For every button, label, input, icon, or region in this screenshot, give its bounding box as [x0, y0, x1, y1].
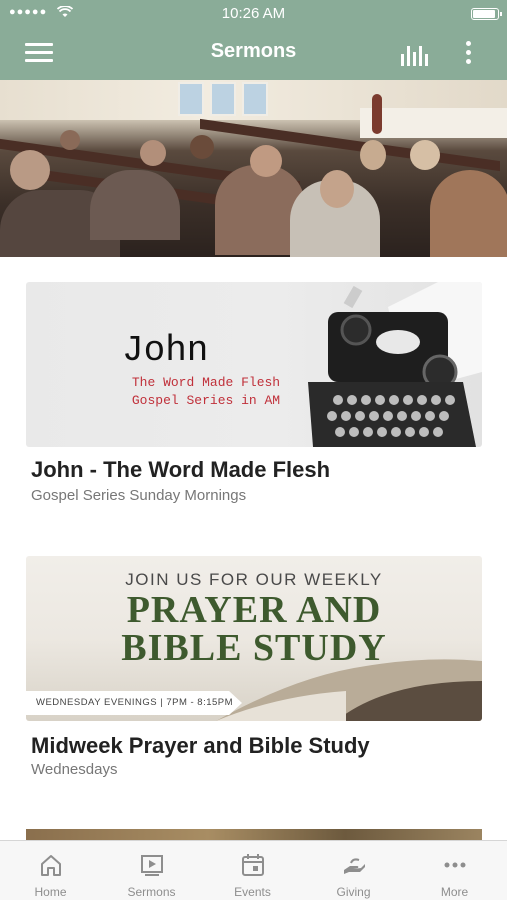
giving-icon	[344, 858, 365, 874]
status-bar: ●●●●● 10:26 AM	[0, 0, 507, 26]
top-bar: ●●●●● 10:26 AM Sermons	[0, 0, 507, 80]
sermon-thumbnail[interactable]: JOIN US FOR OUR WEEKLY PRAYER AND BIBLE …	[26, 556, 482, 721]
battery-icon	[471, 8, 502, 20]
tab-giving[interactable]: Giving	[303, 841, 404, 900]
tab-more[interactable]: More	[404, 841, 505, 900]
sermon-card-prayer[interactable]: JOIN US FOR OUR WEEKLY PRAYER AND BIBLE …	[26, 556, 482, 778]
more-icon	[444, 862, 466, 868]
status-time: 10:26 AM	[221, 5, 286, 22]
sermon-subtitle: Wednesdays	[31, 761, 118, 778]
hero-image	[0, 80, 507, 257]
sermons-icon	[141, 855, 163, 876]
tab-events[interactable]: Events	[202, 841, 303, 900]
thumb-headline-2: BIBLE STUDY	[121, 627, 387, 669]
tab-bar: Home Sermons Events Giving More	[0, 840, 507, 900]
calendar-icon	[242, 854, 264, 876]
thumb-headline: John	[122, 330, 209, 371]
thumb-schedule-ribbon: WEDNESDAY EVENINGS | 7PM - 8:15PM	[26, 691, 242, 715]
tab-label: More	[440, 885, 469, 899]
typewriter-illustration	[308, 282, 482, 447]
thumb-kicker: JOIN US FOR OUR WEEKLY	[125, 570, 383, 589]
sermon-card-john[interactable]: John The Word Made Flesh Gospel Series i…	[26, 282, 482, 504]
overflow-menu-icon[interactable]	[460, 40, 476, 66]
tab-sermons[interactable]: Sermons	[101, 841, 202, 900]
tab-label: Home	[34, 885, 67, 899]
page-title: Sermons	[210, 40, 297, 62]
sermon-subtitle: Gospel Series Sunday Mornings	[31, 487, 247, 504]
audio-bars-icon[interactable]	[400, 40, 430, 66]
home-icon	[41, 855, 61, 876]
tab-home[interactable]: Home	[0, 841, 101, 900]
sermon-thumbnail[interactable]: John The Word Made Flesh Gospel Series i…	[26, 282, 482, 447]
sermon-title[interactable]: Midweek Prayer and Bible Study	[31, 733, 370, 759]
thumb-subtitle: The Word Made Flesh Gospel Series in AM	[96, 374, 316, 410]
tab-label: Sermons	[127, 885, 176, 899]
thumb-line-2: Gospel Series in AM	[131, 393, 281, 408]
tab-label: Giving	[336, 885, 371, 899]
tab-label: Events	[234, 885, 271, 899]
sermon-title[interactable]: John - The Word Made Flesh	[31, 457, 330, 483]
thumb-line-1: The Word Made Flesh	[131, 375, 281, 390]
